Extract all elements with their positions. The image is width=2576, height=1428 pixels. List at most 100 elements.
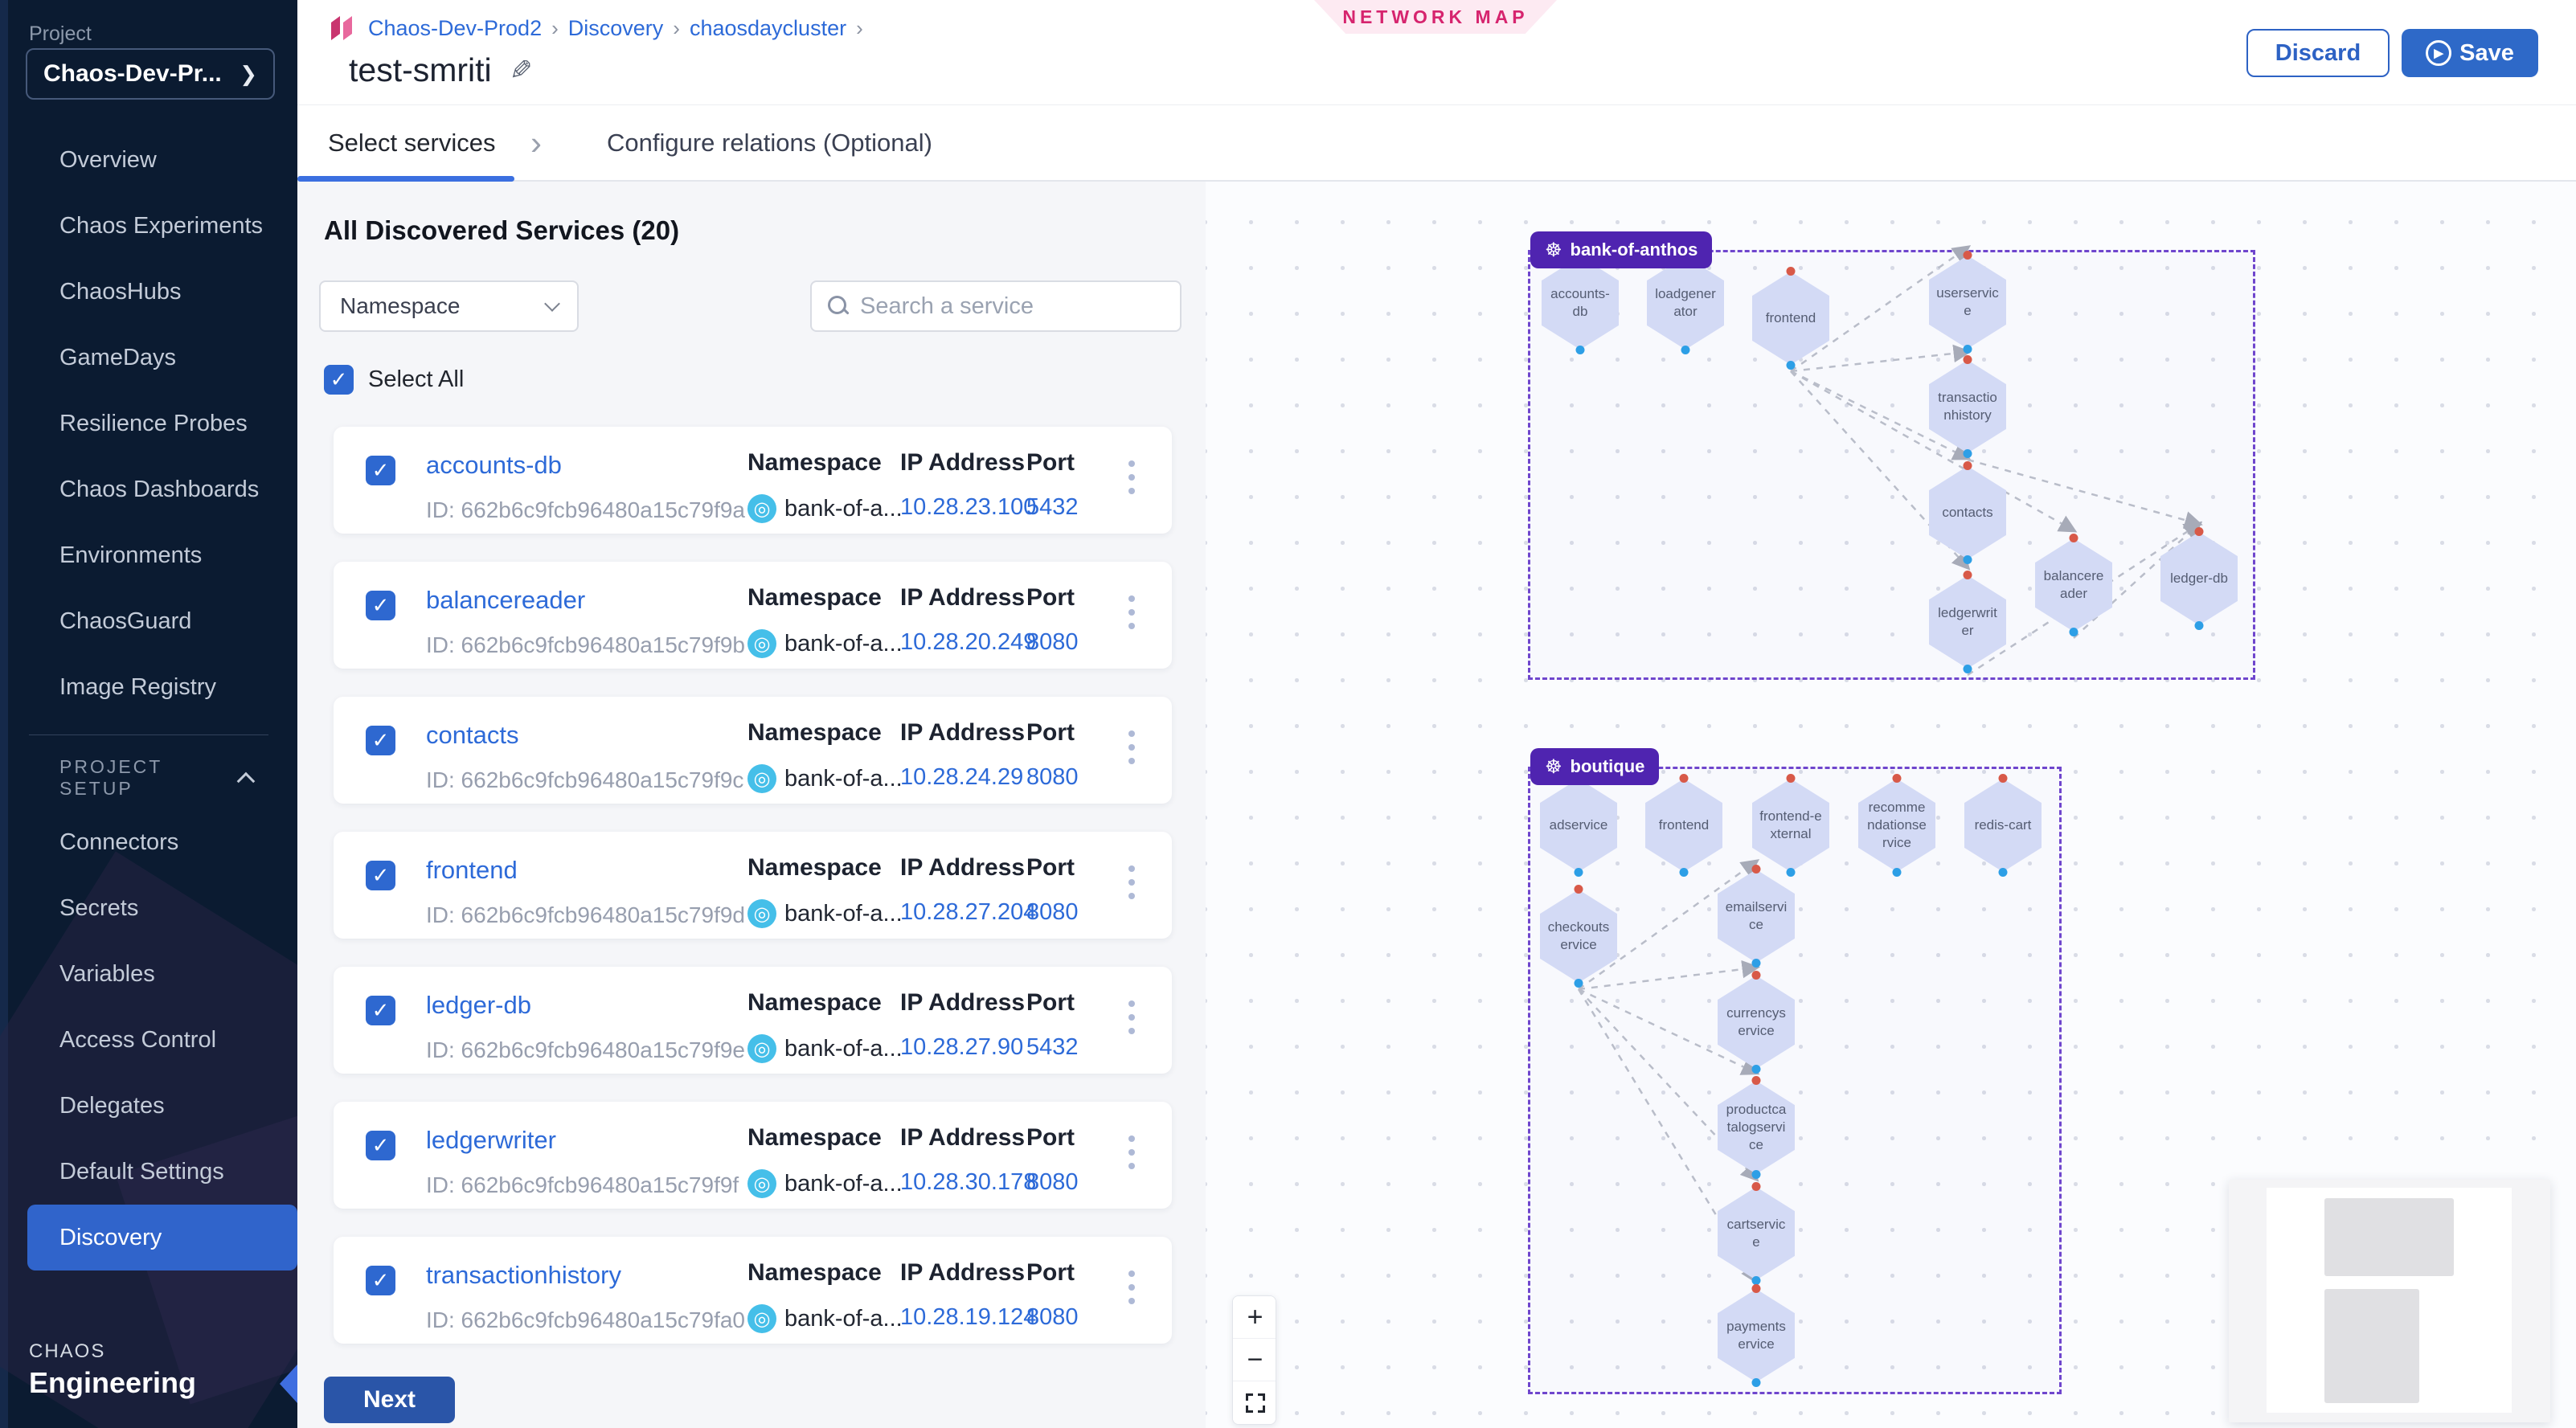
- fullscreen-button[interactable]: [1233, 1381, 1276, 1424]
- discard-button[interactable]: Discard: [2246, 29, 2390, 77]
- service-node-userservice[interactable]: userservice: [1929, 256, 2006, 349]
- next-button[interactable]: Next: [324, 1377, 455, 1423]
- sidebar-item-chaos-experiments[interactable]: Chaos Experiments: [0, 193, 297, 259]
- service-checkbox[interactable]: ✓: [366, 1131, 395, 1160]
- service-checkbox[interactable]: ✓: [366, 456, 395, 485]
- sidebar-item-delegates[interactable]: Delegates: [0, 1073, 297, 1139]
- edit-title-icon[interactable]: ✎: [510, 55, 533, 87]
- minimap[interactable]: [2229, 1180, 2550, 1422]
- service-name-link[interactable]: transactionhistory: [426, 1261, 621, 1290]
- tab-configure-relations[interactable]: Configure relations (Optional): [607, 105, 932, 180]
- service-node-emailservice[interactable]: emailservice: [1718, 869, 1795, 963]
- row-menu-kebab-icon[interactable]: [1125, 1267, 1138, 1307]
- chevron-up-icon: [237, 772, 255, 790]
- row-menu-kebab-icon[interactable]: [1125, 997, 1138, 1037]
- service-node-paymentservice[interactable]: paymentservice: [1718, 1289, 1795, 1382]
- breadcrumb-cluster[interactable]: chaosdaycluster: [690, 16, 846, 41]
- service-name-link[interactable]: ledgerwriter: [426, 1126, 556, 1155]
- service-node-adservice[interactable]: adservice: [1540, 779, 1617, 872]
- row-menu-kebab-icon[interactable]: [1125, 592, 1138, 632]
- hexagon-shape: ledger-db: [2160, 532, 2238, 625]
- service-node-redis-cart[interactable]: redis-cart: [1964, 779, 2042, 872]
- save-button[interactable]: ▶ Save: [2402, 29, 2538, 77]
- column-header-namespace: Namespace: [747, 449, 903, 477]
- service-node-recommendationservice[interactable]: recommendationservice: [1858, 779, 1935, 872]
- breadcrumb-discovery[interactable]: Discovery: [568, 16, 664, 41]
- service-node-frontend[interactable]: frontend: [1752, 272, 1829, 365]
- sidebar-item-connectors[interactable]: Connectors: [0, 809, 297, 875]
- breadcrumb-separator: ›: [551, 16, 559, 41]
- cluster-badge-bank-of-anthos[interactable]: ☸bank-of-anthos: [1530, 231, 1712, 268]
- service-node-loadgenerator[interactable]: loadgenerator: [1647, 256, 1724, 350]
- sidebar-item-resilience-probes[interactable]: Resilience Probes: [0, 391, 297, 456]
- sidebar-item-chaos-dashboards[interactable]: Chaos Dashboards: [0, 456, 297, 522]
- namespace-filter-label: Namespace: [340, 293, 460, 319]
- service-node-currencyservice[interactable]: currencyservice: [1718, 976, 1795, 1069]
- service-checkbox[interactable]: ✓: [366, 1266, 395, 1295]
- service-node-frontend-external[interactable]: frontend-external: [1752, 779, 1829, 872]
- column-header-port: Port: [1026, 1259, 1079, 1287]
- sidebar-item-environments[interactable]: Environments: [0, 522, 297, 588]
- breadcrumb-project[interactable]: Chaos-Dev-Prod2: [368, 16, 542, 41]
- service-name-link[interactable]: contacts: [426, 721, 518, 750]
- service-name-link[interactable]: accounts-db: [426, 451, 562, 480]
- column-header-ip: IP Address: [900, 1259, 1036, 1287]
- project-selector[interactable]: Chaos-Dev-Pr... ❯: [26, 48, 275, 100]
- sidebar-item-overview[interactable]: Overview: [0, 127, 297, 193]
- service-checkbox[interactable]: ✓: [366, 726, 395, 755]
- row-menu-kebab-icon[interactable]: [1125, 1132, 1138, 1172]
- service-node-frontend[interactable]: frontend: [1645, 779, 1722, 872]
- project-label: Project: [29, 23, 92, 46]
- namespace-value: bank-of-a...: [784, 631, 903, 657]
- row-menu-kebab-icon[interactable]: [1125, 862, 1138, 902]
- namespace-filter-dropdown[interactable]: Namespace: [319, 280, 579, 332]
- cluster-badge-boutique[interactable]: ☸boutique: [1530, 748, 1659, 785]
- tab-select-services-label: Select services: [328, 129, 495, 158]
- service-node-ledgerwriter[interactable]: ledgerwriter: [1929, 575, 2006, 669]
- service-checkbox[interactable]: ✓: [366, 591, 395, 620]
- service-node-transactionhistory[interactable]: transactionhistory: [1929, 360, 2006, 453]
- service-node-productcatalogservice[interactable]: productcatalogservice: [1718, 1081, 1795, 1174]
- node-label: balancereader: [2042, 567, 2105, 603]
- service-node-cartservice[interactable]: cartservice: [1718, 1187, 1795, 1280]
- hexagon-shape: paymentservice: [1718, 1289, 1795, 1382]
- service-node-accounts-db[interactable]: accounts-db: [1542, 256, 1619, 350]
- service-node-ledger-db[interactable]: ledger-db: [2160, 532, 2238, 625]
- zoom-out-button[interactable]: −: [1233, 1339, 1276, 1381]
- sidebar-item-chaosguard[interactable]: ChaosGuard: [0, 588, 297, 654]
- row-menu-kebab-icon[interactable]: [1125, 727, 1138, 767]
- sidebar-item-image-registry[interactable]: Image Registry: [0, 654, 297, 720]
- service-checkbox[interactable]: ✓: [366, 996, 395, 1025]
- service-node-contacts[interactable]: contacts: [1929, 466, 2006, 559]
- service-node-checkoutservice[interactable]: checkoutservice: [1540, 890, 1617, 983]
- column-header-ip: IP Address: [900, 1124, 1036, 1152]
- sidebar-item-discovery[interactable]: Discovery: [27, 1205, 297, 1270]
- node-label: frontend: [1759, 309, 1822, 327]
- sidebar-item-chaoshubs[interactable]: ChaosHubs: [0, 259, 297, 325]
- cluster-box-bank-of-anthos[interactable]: [1528, 250, 2255, 680]
- egress-port-dot: [1681, 346, 1690, 354]
- sidebar-item-access-control[interactable]: Access Control: [0, 1007, 297, 1073]
- sidebar-item-secrets[interactable]: Secrets: [0, 875, 297, 941]
- service-name-link[interactable]: frontend: [426, 856, 518, 885]
- tab-select-services[interactable]: Select services: [328, 105, 495, 180]
- egress-port-dot: [2070, 628, 2078, 636]
- service-checkbox[interactable]: ✓: [366, 861, 395, 890]
- service-name-link[interactable]: ledger-db: [426, 991, 531, 1020]
- service-node-balancereader[interactable]: balancereader: [2035, 538, 2112, 632]
- project-setup-toggle[interactable]: PROJECT SETUP: [0, 747, 297, 809]
- search-input[interactable]: [860, 293, 1164, 320]
- node-label: paymentservice: [1725, 1318, 1788, 1353]
- ip-value: 10.28.30.178: [900, 1169, 1036, 1196]
- sidebar-item-gamedays[interactable]: GameDays: [0, 325, 297, 391]
- select-all[interactable]: ✓ Select All: [324, 365, 464, 395]
- namespace-value: bank-of-a...: [784, 1171, 903, 1197]
- service-name-link[interactable]: balancereader: [426, 586, 585, 615]
- zoom-in-button[interactable]: +: [1233, 1296, 1276, 1339]
- select-all-checkbox[interactable]: ✓: [324, 365, 354, 395]
- sidebar-collapse-arrow-icon[interactable]: [280, 1365, 297, 1403]
- row-menu-kebab-icon[interactable]: [1125, 457, 1138, 497]
- sidebar-item-default-settings[interactable]: Default Settings: [0, 1139, 297, 1205]
- namespace-icon: ◎: [747, 1034, 776, 1063]
- sidebar-item-variables[interactable]: Variables: [0, 941, 297, 1007]
